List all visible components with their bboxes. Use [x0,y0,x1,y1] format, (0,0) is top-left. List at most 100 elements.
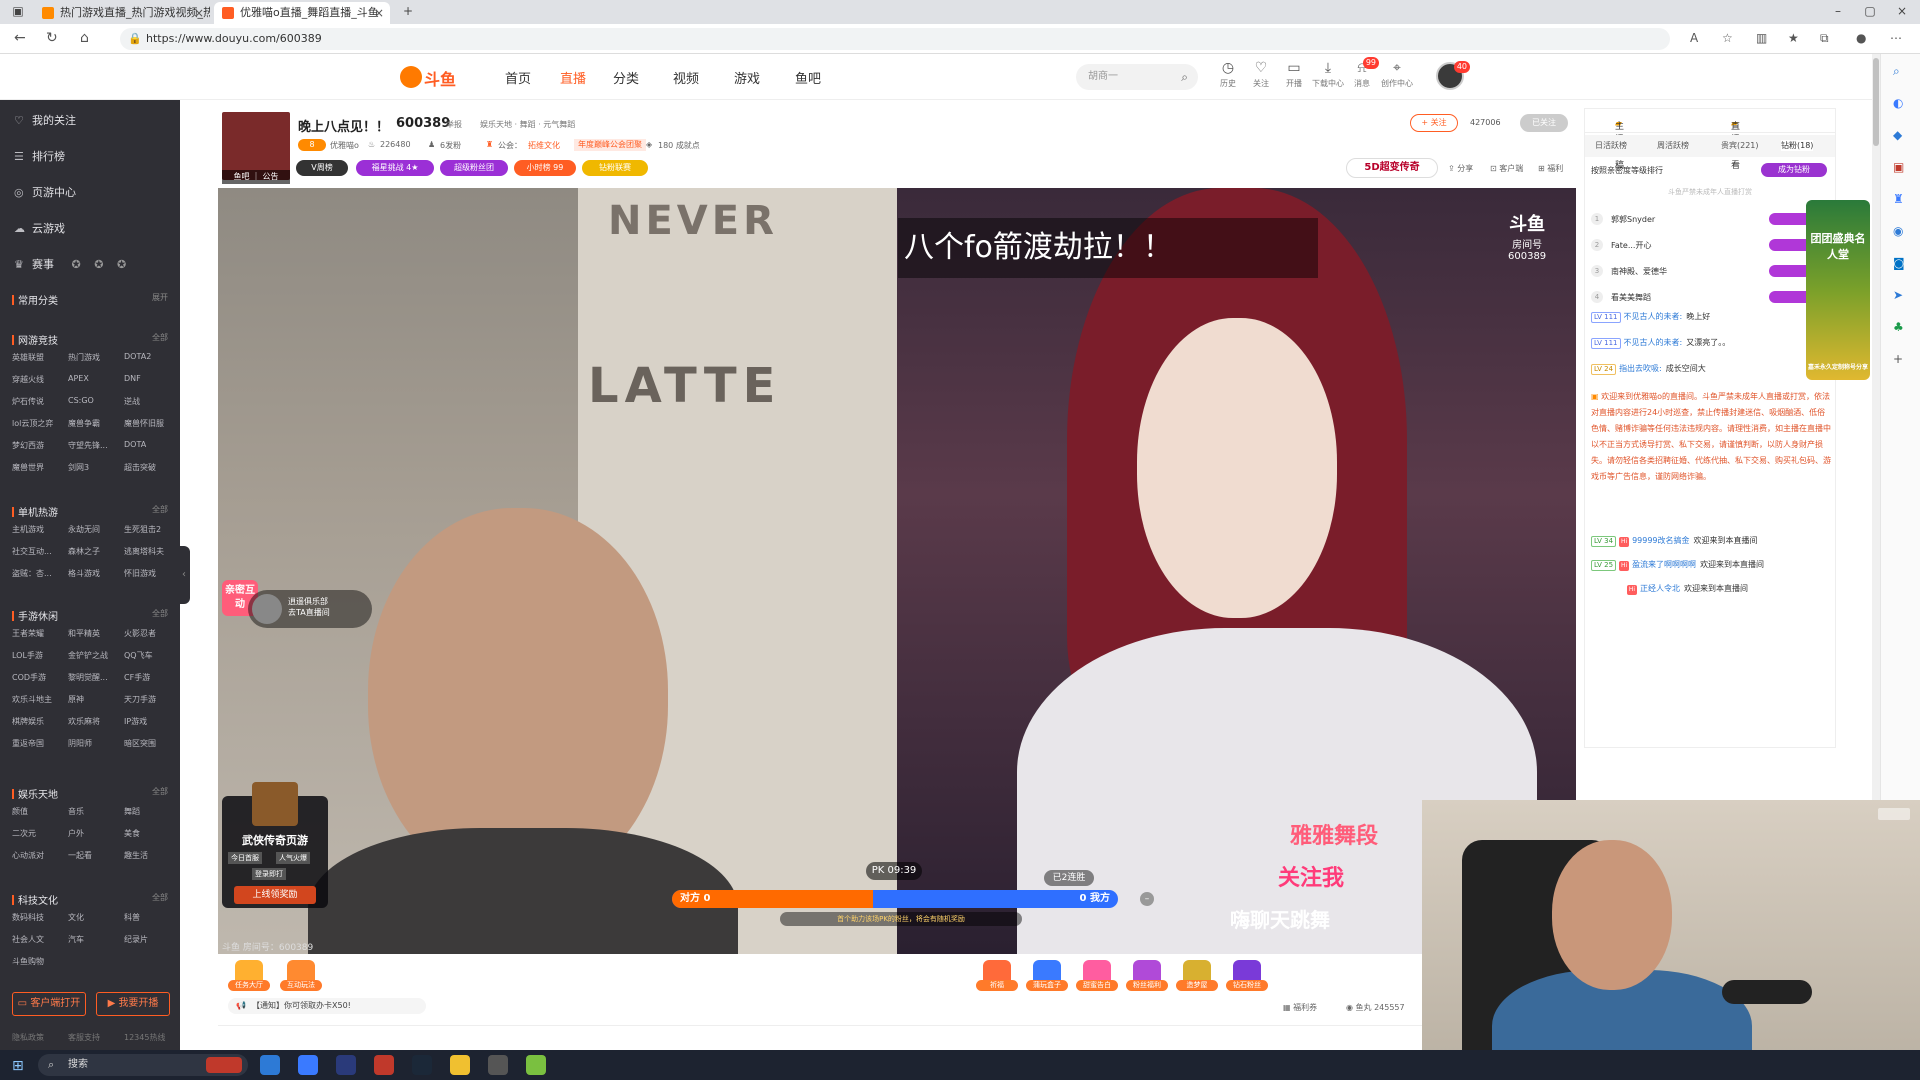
sidebar-category-item[interactable]: 天刀手游 [124,694,156,705]
streamer-name[interactable]: 优雅喵o [330,140,359,151]
report-link[interactable]: 举报 [446,119,462,130]
sidebar-category-item[interactable]: 魔兽争霸 [68,418,100,429]
sidebar-category-item[interactable]: IP游戏 [124,716,147,727]
footer-privacy[interactable]: 隐私政策 [12,1032,44,1043]
open-client-button[interactable]: ▭ 客户端打开 [12,992,86,1016]
close-window-icon[interactable]: × [1894,4,1910,20]
sidebar-category-item[interactable]: 魔兽世界 [12,462,44,473]
followed-button[interactable]: 已关注 [1520,114,1568,132]
sidebar-webgame-center[interactable]: ◎ 页游中心 [14,184,76,200]
sidebar-category-item[interactable]: LOL手游 [12,650,43,661]
sidebar-category-item[interactable]: 火影忍者 [124,628,156,639]
sidebar-events[interactable]: ♛ 赛事 ✪ ✪ ✪ [14,256,126,272]
gift-entry[interactable]: 甜蜜告白 [1076,960,1118,991]
sidebar-section-title[interactable]: 科技文化 全部 [12,892,168,907]
welfare-button[interactable]: ⊞ 福利 [1538,163,1563,174]
sidebar-category-item[interactable]: 科普 [124,912,140,923]
nav-games[interactable]: 游戏 [734,68,760,87]
chat-username[interactable]: 不见古人的未者: [1624,312,1683,321]
header-history[interactable]: ◷ 历史 [1211,60,1245,89]
tab-diamond-fans[interactable]: 钻粉(18) [1781,140,1814,151]
nav-live[interactable]: 直播 [560,68,586,87]
home-icon[interactable]: ⌂ [80,30,89,46]
sidebar-category-item[interactable]: COD手游 [12,672,46,683]
sidebar-category-item[interactable]: lol云顶之弈 [12,418,53,429]
sidebar-category-item[interactable]: 魔兽怀旧服 [124,418,164,429]
share-button[interactable]: ⇪ 分享 [1448,163,1473,174]
nav-category[interactable]: 分类 [613,68,639,87]
chat-username[interactable]: 指出去吹吸: [1619,364,1662,373]
sidebar-category-item[interactable]: 梦幻西游 [12,440,44,451]
tab-weekly-rank[interactable]: 周活跃榜 [1657,140,1689,151]
pk-close-icon[interactable]: – [1140,892,1154,906]
site-search-input[interactable]: 胡商一 ⌕ [1076,64,1198,90]
sidebar-category-item[interactable]: 一起看 [68,850,92,861]
game-ad-button[interactable]: 5D超变传奇 [1346,158,1438,178]
search-icon[interactable]: ⌕ [1893,64,1900,79]
nav-video[interactable]: 视频 [673,68,699,87]
footer-support[interactable]: 客服支持 [68,1032,100,1043]
sidebar-category-item[interactable]: 生死狙击2 [124,524,161,535]
douyu-logo[interactable]: 斗鱼 [400,64,462,90]
app-icon[interactable] [526,1055,546,1075]
sidebar-category-item[interactable]: 颜值 [12,806,28,817]
sidebar-category-item[interactable]: DOTA2 [124,352,151,361]
sidebar-category-item[interactable]: DNF [124,374,141,383]
chat-username[interactable]: 99999改名搞金 [1632,536,1689,545]
sidebar-category-item[interactable]: 音乐 [68,806,84,817]
app-icon[interactable] [488,1055,508,1075]
sidebar-category-item[interactable]: 趣生活 [124,850,148,861]
sidebar-category-item[interactable]: 阴阳师 [68,738,92,749]
chat-username[interactable]: 盈流来了啊啊啊啊 [1632,560,1696,569]
split-screen-icon[interactable]: ▥ [1756,31,1767,45]
steam-app-icon[interactable] [412,1055,432,1075]
gift-entry[interactable]: 蒲玩盒子 [1026,960,1068,991]
app-icon[interactable] [374,1055,394,1075]
rank-row[interactable]: 2 Fate...开心 [1591,235,1831,257]
sidebar-category-item[interactable]: 剑网3 [68,462,89,473]
video-player[interactable]: NEVER LATTE 八个fo箭渡劫拉！！ 斗鱼 房间号 600389 雅雅舞… [218,188,1576,954]
sidebar-category-item[interactable]: 暗区突围 [124,738,156,749]
room-chip[interactable]: 钻粉联赛 [582,160,648,176]
profile-icon[interactable]: ● [1856,31,1866,45]
maximize-icon[interactable]: ▢ [1862,4,1878,20]
office-icon[interactable]: ◉ [1893,224,1903,238]
sidebar-category-item[interactable]: 永劫无间 [68,524,100,535]
browser-tab[interactable]: 热门游戏直播_热门游戏视频_热 × [34,2,210,24]
hall-of-fame-banner[interactable]: 团团盛典名人堂 嘉禾永久定制称号分享 [1806,200,1870,380]
sidebar-category-item[interactable]: CF手游 [124,672,150,683]
guest-link[interactable]: 逍遥俱乐部 去TA直播间 [248,590,372,628]
sidebar-category-item[interactable]: 汽车 [68,934,84,945]
add-icon[interactable]: + [1893,352,1903,366]
guild-name[interactable]: 拓维文化 [528,140,560,151]
tab-vip[interactable]: 贵宾(221) [1721,140,1759,151]
sidebar-category-item[interactable]: 欢乐斗地主 [12,694,52,705]
more-icon[interactable]: ⋯ [1890,31,1902,45]
gift-entry[interactable]: 祈福 [976,960,1018,991]
tree-icon[interactable]: ♣ [1893,320,1904,334]
sidebar-category-item[interactable]: 穿越火线 [12,374,44,385]
game-promo-card[interactable]: 武侠传奇页游 今日首服 人气火爆 登录即打 上线领奖励 [222,782,328,908]
sidebar-category-item[interactable]: 热门游戏 [68,352,100,363]
start-live-button[interactable]: ▶ 我要开播 [96,992,170,1016]
sidebar-section-title[interactable]: 单机热游 全部 [12,504,168,519]
header-follow[interactable]: ♡ 关注 [1244,60,1278,89]
scrollbar-thumb[interactable] [1873,58,1879,146]
user-avatar[interactable]: 40 [1436,61,1470,90]
nav-home[interactable]: 首页 [505,68,531,87]
copilot-icon[interactable]: ◐ [1893,96,1903,110]
room-chip[interactable]: 小时榜 99 [514,160,576,176]
chat-username[interactable]: 正经人令北 [1640,584,1680,593]
header-messages[interactable]: ⍾ 消息 99 [1345,57,1379,89]
client-button[interactable]: ⊡ 客户端 [1490,163,1523,174]
app-icon[interactable] [450,1055,470,1075]
sidebar-category-item[interactable]: 盗贼：杏... [12,568,52,579]
become-diamond-fan-button[interactable]: 成为钻粉 [1761,163,1827,177]
toolbox-icon[interactable]: ▣ [1893,160,1904,174]
tool-entry[interactable]: 任务大厅 [228,960,270,991]
sidebar-section-title[interactable]: 娱乐天地 全部 [12,786,168,801]
new-tab-icon[interactable]: + [400,4,416,20]
fish-balls[interactable]: ◉ 鱼丸 245557 [1346,1002,1405,1013]
sidebar-category-item[interactable]: 欢乐麻将 [68,716,100,727]
sidebar-category-item[interactable]: QQ飞车 [124,650,153,661]
